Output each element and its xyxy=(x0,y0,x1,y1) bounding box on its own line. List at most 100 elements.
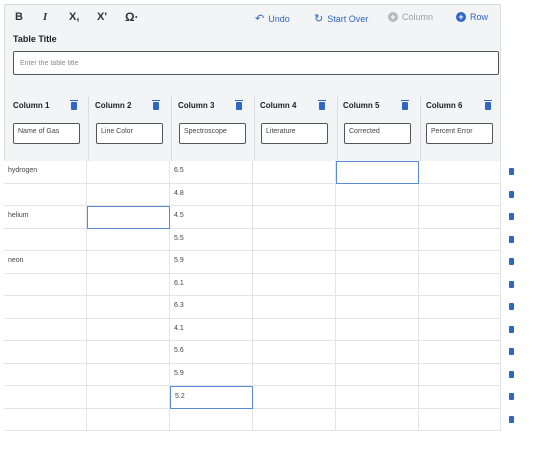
delete-row-trash-icon[interactable] xyxy=(509,168,514,175)
table-cell[interactable] xyxy=(87,273,170,296)
delete-column-4-trash-icon[interactable] xyxy=(318,100,326,110)
delete-row-trash-icon[interactable] xyxy=(509,393,514,400)
table-cell[interactable] xyxy=(253,296,336,319)
table-cell[interactable] xyxy=(253,183,336,206)
undo-button[interactable]: ↶ Undo xyxy=(255,12,290,25)
table-cell[interactable] xyxy=(419,363,501,386)
column-4-name-field[interactable]: Literature xyxy=(261,123,328,144)
table-cell[interactable]: 4.5 xyxy=(170,206,253,229)
table-cell[interactable] xyxy=(253,386,336,409)
table-cell[interactable] xyxy=(336,296,419,319)
table-cell[interactable]: 4.1 xyxy=(170,318,253,341)
column-3-name-field[interactable]: Spectroscope xyxy=(179,123,246,144)
delete-row-trash-icon[interactable] xyxy=(509,213,514,220)
table-cell[interactable] xyxy=(336,341,419,364)
table-cell[interactable] xyxy=(336,206,419,229)
table-cell[interactable] xyxy=(87,318,170,341)
table-cell[interactable] xyxy=(4,228,87,251)
table-cell[interactable] xyxy=(87,296,170,319)
delete-row-trash-icon[interactable] xyxy=(509,235,514,243)
table-cell[interactable] xyxy=(253,318,336,341)
subscript-button[interactable]: X, xyxy=(69,11,79,23)
table-cell[interactable] xyxy=(4,273,87,296)
delete-column-5-trash-icon[interactable] xyxy=(401,100,409,110)
delete-row-trash-icon[interactable] xyxy=(509,325,514,333)
table-cell[interactable] xyxy=(4,363,87,386)
table-cell[interactable] xyxy=(4,341,87,364)
table-cell[interactable] xyxy=(336,273,419,296)
table-cell[interactable] xyxy=(419,273,501,296)
table-cell[interactable] xyxy=(419,318,501,341)
table-cell[interactable] xyxy=(419,341,501,364)
delete-row-trash-icon[interactable] xyxy=(509,348,514,355)
table-cell[interactable]: helium xyxy=(4,206,87,229)
table-cell[interactable] xyxy=(4,386,87,409)
table-cell[interactable] xyxy=(419,183,501,206)
table-cell[interactable] xyxy=(87,206,170,229)
table-cell[interactable] xyxy=(87,183,170,206)
table-cell[interactable] xyxy=(87,251,170,274)
table-cell[interactable]: 5.6 xyxy=(170,341,253,364)
delete-column-6-trash-icon[interactable] xyxy=(484,100,492,110)
table-cell[interactable] xyxy=(87,386,170,409)
table-cell[interactable] xyxy=(4,318,87,341)
table-cell[interactable] xyxy=(253,273,336,296)
table-cell[interactable] xyxy=(419,206,501,229)
delete-row-trash-icon[interactable] xyxy=(509,190,514,198)
table-cell[interactable]: hydrogen xyxy=(4,161,87,184)
delete-row-trash-icon[interactable] xyxy=(509,370,514,378)
table-cell[interactable] xyxy=(253,251,336,274)
column-6-name-field[interactable]: Percent Error xyxy=(426,123,493,144)
table-cell[interactable]: 5.9 xyxy=(170,363,253,386)
delete-column-1-trash-icon[interactable] xyxy=(70,100,78,110)
table-cell[interactable] xyxy=(336,386,419,409)
table-cell[interactable] xyxy=(4,296,87,319)
add-row-button[interactable]: + Row xyxy=(456,12,488,22)
table-cell[interactable] xyxy=(419,408,501,431)
superscript-button[interactable]: X' xyxy=(97,11,107,23)
table-cell[interactable] xyxy=(336,161,419,184)
table-cell[interactable] xyxy=(4,183,87,206)
table-cell[interactable] xyxy=(87,408,170,431)
column-2-name-field[interactable]: Line Color xyxy=(96,123,163,144)
column-1-name-field[interactable]: Name of Gas xyxy=(13,123,80,144)
table-cell[interactable] xyxy=(336,363,419,386)
table-cell[interactable]: 5.2 xyxy=(170,386,253,409)
table-cell[interactable] xyxy=(419,161,501,184)
table-cell[interactable] xyxy=(4,408,87,431)
table-cell[interactable] xyxy=(87,363,170,386)
table-cell[interactable] xyxy=(336,318,419,341)
table-cell[interactable] xyxy=(253,206,336,229)
special-character-button[interactable]: Ω· xyxy=(125,10,139,24)
delete-column-2-trash-icon[interactable] xyxy=(152,100,160,110)
start-over-button[interactable]: ↻ Start Over xyxy=(314,12,368,25)
column-5-name-field[interactable]: Corrected xyxy=(344,123,411,144)
table-cell[interactable] xyxy=(419,251,501,274)
table-cell[interactable] xyxy=(170,408,253,431)
table-cell[interactable] xyxy=(419,386,501,409)
table-cell[interactable]: neon xyxy=(4,251,87,274)
table-cell[interactable] xyxy=(336,251,419,274)
delete-row-trash-icon[interactable] xyxy=(509,258,514,265)
table-cell[interactable]: 4.8 xyxy=(170,183,253,206)
table-title-input[interactable] xyxy=(13,51,499,75)
italic-button[interactable]: I xyxy=(43,11,47,23)
delete-row-trash-icon[interactable] xyxy=(509,415,514,423)
delete-column-3-trash-icon[interactable] xyxy=(235,100,243,110)
table-cell[interactable] xyxy=(336,228,419,251)
table-cell[interactable] xyxy=(419,296,501,319)
table-cell[interactable] xyxy=(253,228,336,251)
table-cell[interactable] xyxy=(336,183,419,206)
table-cell[interactable] xyxy=(253,363,336,386)
table-cell[interactable] xyxy=(87,341,170,364)
table-cell[interactable] xyxy=(253,341,336,364)
table-cell[interactable]: 6.1 xyxy=(170,273,253,296)
table-cell[interactable]: 6.3 xyxy=(170,296,253,319)
table-cell[interactable] xyxy=(336,408,419,431)
table-cell[interactable] xyxy=(253,408,336,431)
table-cell[interactable]: 6.5 xyxy=(170,161,253,184)
table-cell[interactable] xyxy=(87,161,170,184)
table-cell[interactable] xyxy=(419,228,501,251)
table-cell[interactable]: 5.5 xyxy=(170,228,253,251)
add-column-button[interactable]: + Column xyxy=(388,12,433,22)
